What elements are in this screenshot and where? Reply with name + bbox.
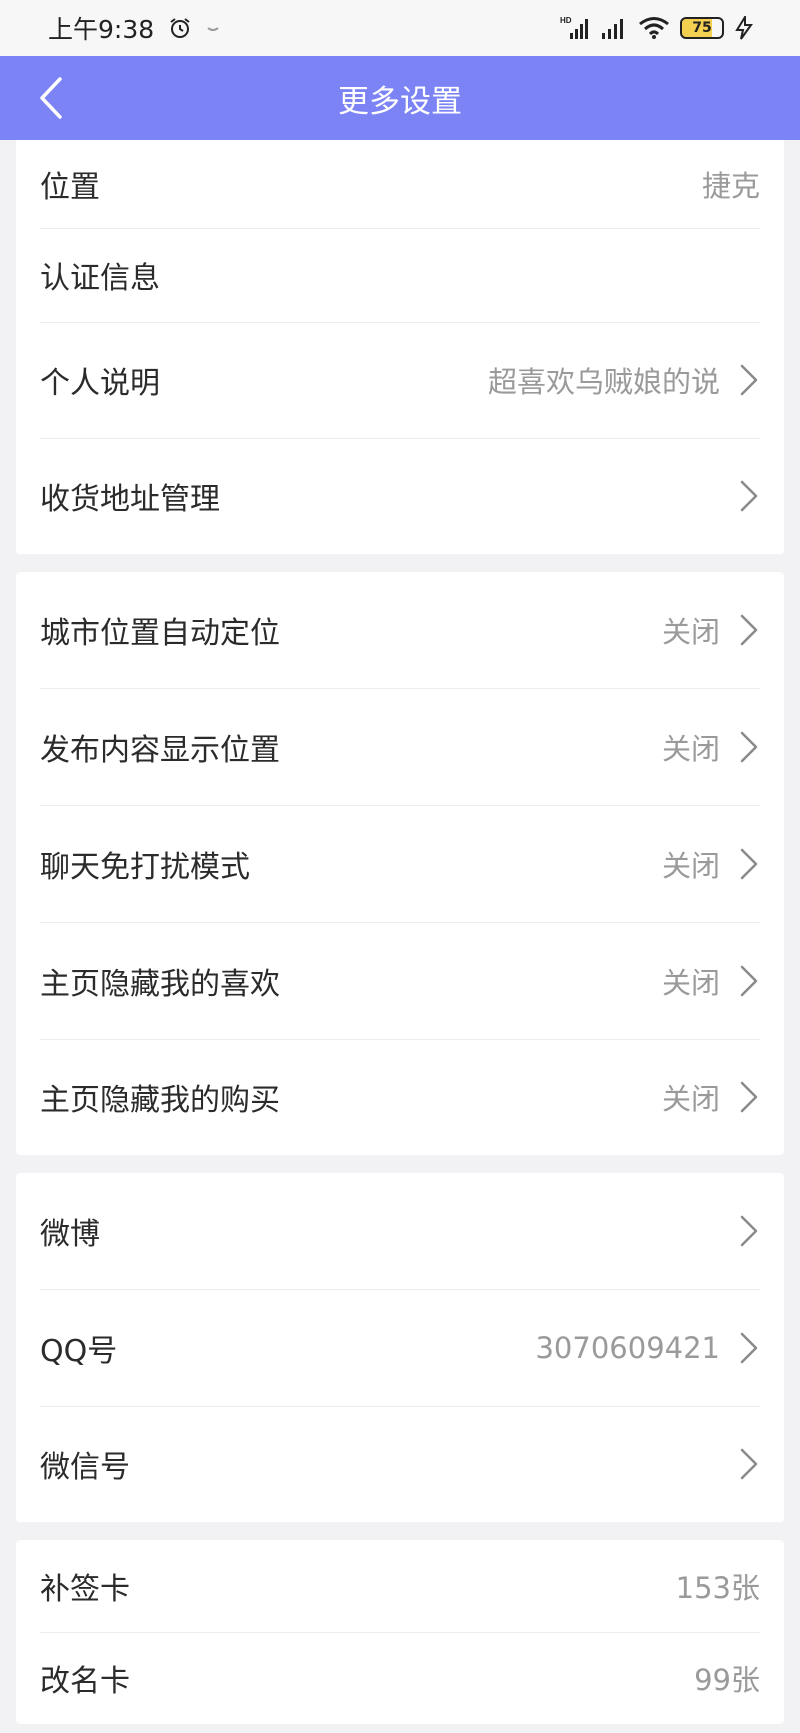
- row-value: 关闭: [661, 848, 720, 883]
- row-right: 关闭: [662, 726, 760, 768]
- row-qq[interactable]: QQ号 3070609421: [16, 1289, 784, 1406]
- row-value: 捷克: [701, 169, 760, 203]
- row-label: 城市位置自动定位: [40, 616, 280, 651]
- status-left: 上午9:38: [48, 10, 220, 46]
- row-chat-dnd[interactable]: 聊天免打扰模式 关闭: [16, 805, 784, 922]
- chevron-right-icon: [738, 479, 760, 513]
- row-right: 关闭: [662, 843, 760, 885]
- page-title: 更多设置: [338, 83, 462, 120]
- settings-group-profile: 位置 捷克 认证信息 个人说明 超喜欢乌贼娘的说 收货地址管理: [16, 140, 784, 554]
- chevron-right-icon: [738, 1080, 760, 1114]
- row-label: 个人说明: [40, 366, 160, 401]
- notification-dot-icon: [206, 21, 220, 35]
- row-right: [738, 479, 760, 513]
- row-makeup-checkin-card[interactable]: 补签卡 153张: [16, 1540, 784, 1632]
- row-right: 捷克: [702, 163, 760, 205]
- row-hide-likes[interactable]: 主页隐藏我的喜欢 关闭: [16, 922, 784, 1039]
- row-label: QQ号: [40, 1333, 118, 1369]
- row-label: 改名卡: [40, 1664, 130, 1699]
- chevron-right-icon: [738, 964, 760, 998]
- charging-icon: [734, 16, 754, 40]
- row-label: 微信号: [40, 1450, 130, 1485]
- row-value: 关闭: [661, 965, 720, 1000]
- battery-icon: 75: [680, 17, 724, 39]
- row-weibo[interactable]: 微博: [16, 1173, 784, 1289]
- row-right: 99张: [694, 1657, 760, 1699]
- chevron-left-icon: [38, 76, 64, 120]
- row-rename-card[interactable]: 改名卡 99张: [16, 1632, 784, 1724]
- chevron-right-icon: [738, 363, 760, 397]
- back-button[interactable]: [38, 56, 98, 140]
- chevron-right-icon: [738, 730, 760, 764]
- row-right: [738, 1214, 760, 1248]
- row-label: 位置: [40, 170, 100, 205]
- row-value: 关闭: [661, 615, 720, 649]
- signal-icon: [600, 16, 628, 40]
- row-label: 补签卡: [40, 1572, 130, 1607]
- row-value: 关闭: [661, 731, 720, 766]
- settings-group-privacy: 城市位置自动定位 关闭 发布内容显示位置 关闭 聊天免打扰模式 关闭 主页隐藏我…: [16, 572, 784, 1155]
- row-location[interactable]: 位置 捷克: [16, 140, 784, 228]
- chevron-right-icon: [738, 1331, 760, 1365]
- settings-group-cards: 补签卡 153张 改名卡 99张: [16, 1540, 784, 1724]
- row-personal-description[interactable]: 个人说明 超喜欢乌贼娘的说: [16, 322, 784, 438]
- row-right: 3070609421: [535, 1331, 760, 1365]
- row-label: 发布内容显示位置: [40, 732, 280, 768]
- nav-bar: 更多设置: [0, 56, 800, 140]
- row-post-location[interactable]: 发布内容显示位置 关闭: [16, 688, 784, 805]
- row-right: 关闭: [662, 609, 760, 651]
- status-right: HD 75: [560, 15, 754, 41]
- row-right: 超喜欢乌贼娘的说: [488, 359, 760, 401]
- chevron-right-icon: [738, 613, 760, 647]
- row-right: 关闭: [662, 960, 760, 1002]
- status-time: 上午9:38: [48, 15, 155, 44]
- row-value: 3070609421: [535, 1330, 720, 1365]
- svg-text:HD: HD: [560, 16, 572, 25]
- row-label: 聊天免打扰模式: [40, 849, 250, 885]
- row-auto-locate[interactable]: 城市位置自动定位 关闭: [16, 572, 784, 688]
- row-shipping-address[interactable]: 收货地址管理: [16, 438, 784, 554]
- row-value: 153张: [675, 1571, 760, 1605]
- row-label: 主页隐藏我的喜欢: [40, 966, 280, 1002]
- row-label: 微博: [40, 1217, 100, 1252]
- row-label: 认证信息: [40, 261, 160, 296]
- row-right: 关闭: [662, 1076, 760, 1118]
- battery-level: 75: [692, 20, 712, 36]
- row-value: 99张: [694, 1663, 760, 1697]
- row-label: 主页隐藏我的购买: [40, 1083, 280, 1118]
- row-value: 关闭: [661, 1082, 720, 1116]
- row-value: 超喜欢乌贼娘的说: [487, 365, 720, 399]
- chevron-right-icon: [738, 1214, 760, 1248]
- row-verification[interactable]: 认证信息: [16, 228, 784, 322]
- row-wechat[interactable]: 微信号: [16, 1406, 784, 1522]
- settings-group-social: 微博 QQ号 3070609421 微信号: [16, 1173, 784, 1522]
- row-hide-purchases[interactable]: 主页隐藏我的购买 关闭: [16, 1039, 784, 1155]
- chevron-right-icon: [738, 1447, 760, 1481]
- row-right: [738, 1447, 760, 1481]
- chevron-right-icon: [738, 847, 760, 881]
- wifi-icon: [638, 16, 670, 40]
- alarm-clock-icon: [168, 16, 192, 40]
- status-bar: 上午9:38 HD 75: [0, 0, 800, 56]
- row-label: 收货地址管理: [40, 482, 220, 517]
- signal-hd-icon: HD: [560, 15, 590, 41]
- row-right: 153张: [676, 1565, 760, 1607]
